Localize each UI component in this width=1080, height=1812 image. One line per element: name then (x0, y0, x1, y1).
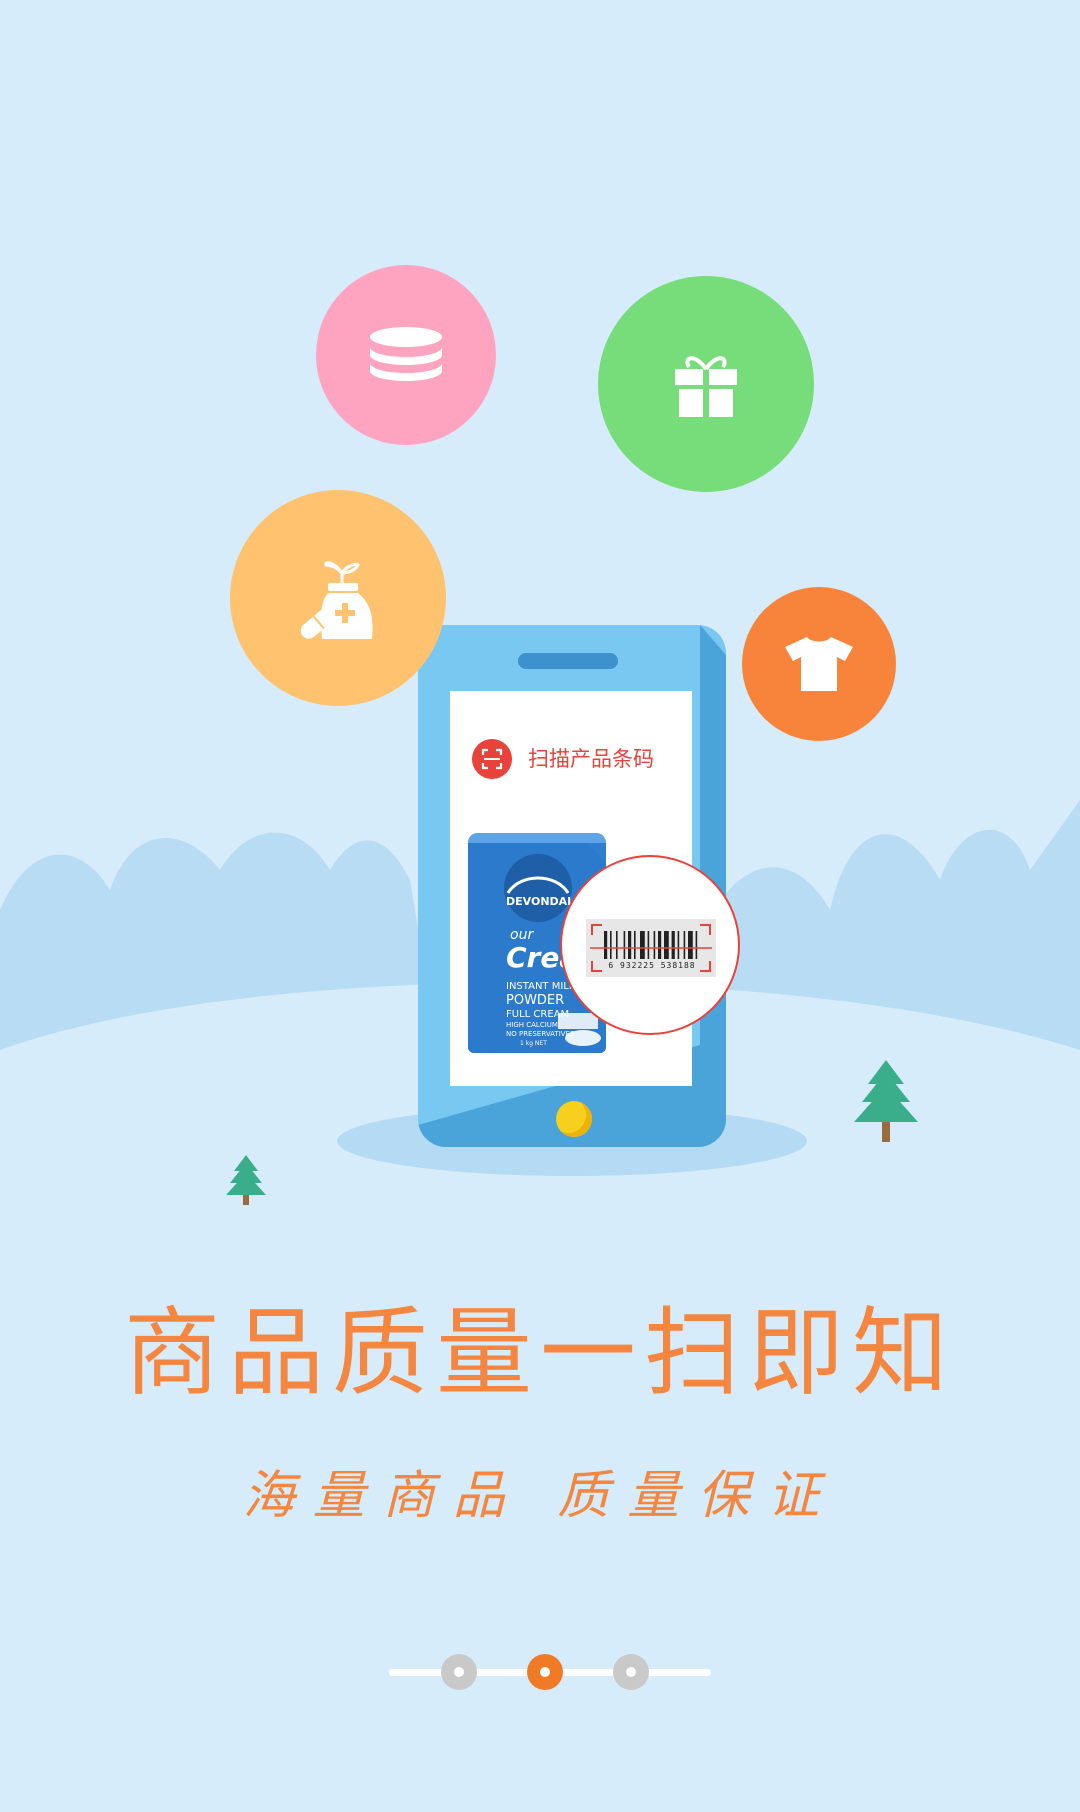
scan-icon (472, 739, 512, 779)
tshirt-circle (742, 587, 896, 741)
page-dot-2[interactable] (527, 1654, 563, 1690)
medicine-icon (300, 561, 373, 639)
phone-home-button (556, 1101, 592, 1137)
onboarding-screen: 扫描产品条码 DEVONDALE our Cream INSTANT MILK … (0, 0, 1080, 1812)
tree-icon (854, 1060, 918, 1142)
gift-icon (675, 356, 737, 417)
tree-icon (226, 1155, 266, 1205)
barcode-number: 6 932225 538188 (608, 961, 696, 970)
product-desc-3: FULL CREAM (506, 1009, 570, 1020)
phone-speaker (518, 653, 618, 669)
coins-circle (316, 265, 496, 445)
product-weight: 1 kg NET (520, 1040, 547, 1047)
product-desc-4: HIGH CALCIUM (506, 1021, 558, 1029)
product-desc-2: POWDER (506, 993, 565, 1008)
coins-icon (370, 327, 442, 381)
barcode-magnifier: 6 932225 538188 (560, 855, 740, 1035)
scan-label: 扫描产品条码 (528, 747, 654, 771)
product-desc-5: NO PRESERVATIVES (506, 1030, 575, 1038)
page-dot-3[interactable] (613, 1654, 649, 1690)
tagline: 海量商品 质量保证 (242, 1466, 838, 1526)
headline: 商品质量一扫即知 (124, 1297, 956, 1409)
tshirt-icon (785, 637, 853, 691)
page-dot-1[interactable] (441, 1654, 477, 1690)
medicine-circle (230, 490, 446, 706)
gift-circle (598, 276, 814, 492)
product-desc-1: INSTANT MILK (506, 981, 576, 992)
